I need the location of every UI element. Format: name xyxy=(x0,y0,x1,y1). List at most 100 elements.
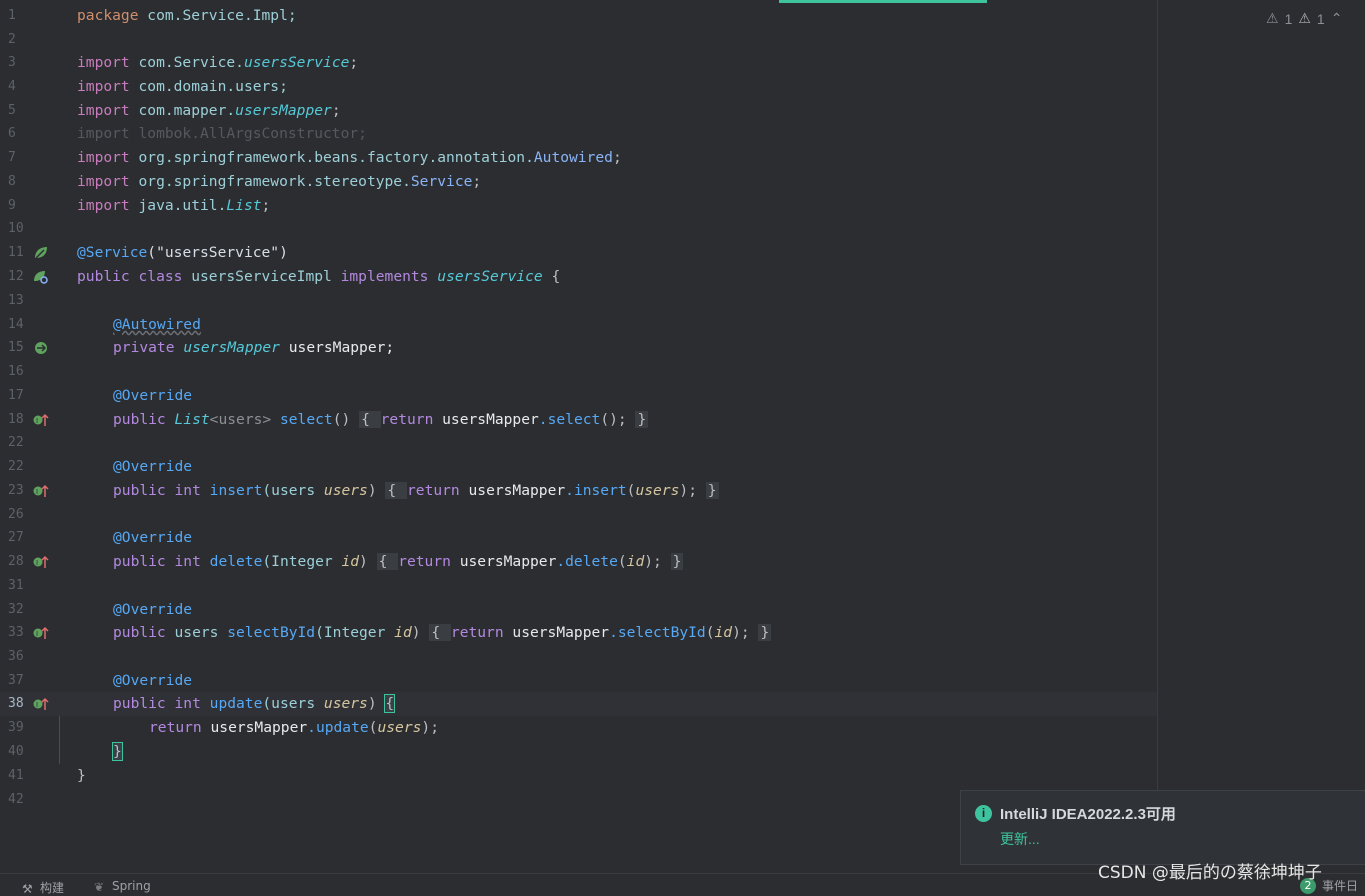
parameter: id xyxy=(341,553,360,570)
line-number: 14 xyxy=(8,317,24,332)
implements-method-icon[interactable]: I xyxy=(32,412,50,428)
folded-region[interactable]: { xyxy=(376,553,399,570)
line-number: 10 xyxy=(8,221,24,236)
keyword: private xyxy=(113,339,175,356)
chevron-up-icon[interactable]: ⌃ xyxy=(1331,10,1343,27)
autowired-bean-icon[interactable] xyxy=(32,340,50,356)
code-line[interactable]: 41 } xyxy=(0,764,1157,788)
code-line[interactable]: 23 I public int insert(users users) { re… xyxy=(0,479,1157,503)
update-notification[interactable]: i IntelliJ IDEA2022.2.3可用 更新... xyxy=(960,790,1365,865)
code-line[interactable]: 8 import org.springframework.stereotype.… xyxy=(0,170,1157,194)
keyword: return xyxy=(149,719,202,736)
watermark: CSDN @最后的の蔡徐坤坤子 xyxy=(1098,863,1322,883)
code-line[interactable]: 2 xyxy=(0,28,1157,52)
code-line[interactable]: 22 @Override xyxy=(0,455,1157,479)
code-text: ; xyxy=(261,197,271,214)
line-number: 32 xyxy=(8,602,24,617)
keyword: import xyxy=(77,78,130,95)
folded-region[interactable]: } xyxy=(670,553,684,570)
code-line[interactable]: 28 I public int delete(Integer id) { ret… xyxy=(0,550,1157,574)
code-line[interactable]: 12 public class usersServiceImpl impleme… xyxy=(0,265,1157,289)
folded-region[interactable]: } xyxy=(705,482,719,499)
code-text: com.Service. xyxy=(129,54,244,71)
method-call: .selectById xyxy=(609,624,706,641)
code-line[interactable]: 3 import com.Service.usersService; xyxy=(0,51,1157,75)
code-line[interactable]: 26 xyxy=(0,503,1157,527)
code-line[interactable]: 39 return usersMapper.update(users); xyxy=(0,716,1157,740)
line-number: 6 xyxy=(8,126,16,141)
parameter: users xyxy=(323,695,368,712)
code-line[interactable]: 27 @Override xyxy=(0,526,1157,550)
keyword: import xyxy=(77,197,130,214)
code-line[interactable]: 14 @Autowired xyxy=(0,313,1157,337)
inspection-widget[interactable]: ⚠ 1 ⚠ 1 ⌃ xyxy=(1266,10,1342,27)
build-tool-button[interactable]: ⚒ 构建 xyxy=(22,879,64,896)
code-line[interactable]: 13 xyxy=(0,289,1157,313)
folded-region[interactable]: { xyxy=(385,482,407,499)
implements-method-icon[interactable]: I xyxy=(32,554,50,570)
line-number: 16 xyxy=(8,364,24,379)
code-line[interactable]: 10 xyxy=(0,217,1157,241)
code-line[interactable]: 17 @Override xyxy=(0,384,1157,408)
code-text: ) xyxy=(411,624,430,641)
code-line[interactable]: 15 private usersMapper usersMapper; xyxy=(0,336,1157,360)
code-line[interactable]: 37 @Override xyxy=(0,669,1157,693)
current-code-line[interactable]: 38 I public int update(users users) { xyxy=(0,692,1157,716)
update-link[interactable]: 更新... xyxy=(1000,829,1040,849)
code-line[interactable]: 31 xyxy=(0,574,1157,598)
svg-text:I: I xyxy=(36,630,38,638)
code-text: (users xyxy=(262,482,324,499)
spring-bean-icon[interactable] xyxy=(32,245,50,261)
code-text: () xyxy=(332,411,360,428)
code-text: ; xyxy=(331,102,341,119)
folded-region[interactable]: } xyxy=(635,411,649,428)
annotation: @Override xyxy=(113,458,193,475)
code-line[interactable]: 5 import com.mapper.usersMapper; xyxy=(0,99,1157,123)
annotation: @Override xyxy=(113,387,193,404)
line-number: 42 xyxy=(8,792,24,807)
keyword: import xyxy=(77,102,130,119)
active-tab-indicator xyxy=(779,0,987,3)
code-line[interactable]: 22 xyxy=(0,431,1157,455)
folded-region[interactable]: } xyxy=(758,624,772,641)
parameter: id xyxy=(626,553,645,570)
keyword: import xyxy=(77,54,130,71)
keyword: public xyxy=(113,553,166,570)
code-text: ); xyxy=(644,553,671,570)
code-text: ); xyxy=(679,482,706,499)
line-number: 1 xyxy=(8,8,16,23)
code-text: ; xyxy=(349,54,359,71)
code-line[interactable]: 18 I public List<users> select() { retur… xyxy=(0,408,1157,432)
method-name: insert xyxy=(200,482,263,499)
keyword: public xyxy=(113,411,166,428)
code-line[interactable]: 4 import com.domain.users; xyxy=(0,75,1157,99)
method-call: .insert xyxy=(565,482,627,499)
code-line[interactable]: 33 I public users selectById(Integer id)… xyxy=(0,621,1157,645)
code-line[interactable]: 36 xyxy=(0,645,1157,669)
svg-text:I: I xyxy=(36,488,38,496)
code-line[interactable]: 7 import org.springframework.beans.facto… xyxy=(0,146,1157,170)
code-line[interactable]: 6 import lombok.AllArgsConstructor; xyxy=(0,122,1157,146)
spring-bean-search-icon[interactable] xyxy=(32,269,50,285)
code-line[interactable]: 40 } xyxy=(0,740,1157,764)
code-text: (Integer xyxy=(262,553,342,570)
folded-region[interactable]: { xyxy=(359,411,381,428)
interface-name: usersService xyxy=(437,268,543,285)
code-line[interactable]: 11 @Service("usersService") xyxy=(0,241,1157,265)
code-line[interactable]: 9 import java.util.List; xyxy=(0,194,1157,218)
implements-method-icon[interactable]: I xyxy=(32,483,50,499)
implements-method-icon[interactable]: I xyxy=(32,625,50,641)
code-editor[interactable]: ⚠ 1 ⚠ 1 ⌃ 1 package com.Service.Impl; 2 … xyxy=(0,0,1365,873)
implements-method-icon[interactable]: I xyxy=(32,696,50,712)
code-line[interactable]: 32 @Override xyxy=(0,598,1157,622)
type-name: users xyxy=(165,624,219,641)
code-line[interactable]: 1 package com.Service.Impl; xyxy=(0,4,1157,28)
field-name: usersMapper xyxy=(459,482,566,499)
code-line[interactable]: 16 xyxy=(0,360,1157,384)
line-number: 8 xyxy=(8,174,16,189)
code-text: ( xyxy=(617,553,627,570)
annotation: @Override xyxy=(113,601,193,618)
keyword: public xyxy=(113,695,166,712)
line-number: 37 xyxy=(8,673,24,688)
folded-region[interactable]: { xyxy=(429,624,451,641)
